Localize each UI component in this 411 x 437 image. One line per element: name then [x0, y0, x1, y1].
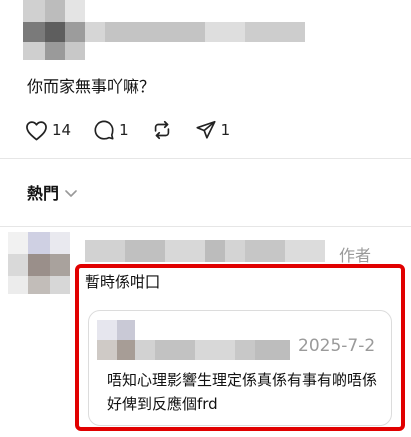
like-count: 14	[52, 121, 72, 139]
send-icon	[195, 119, 217, 141]
heart-icon	[25, 120, 48, 141]
highlight-box	[75, 264, 405, 431]
divider	[0, 158, 411, 159]
sort-dropdown[interactable]: 熱門	[27, 180, 77, 204]
sort-label: 熱門	[27, 184, 60, 203]
comment-button[interactable]: 1	[93, 119, 129, 141]
post-actions: 14 1 1	[25, 118, 252, 142]
divider	[0, 226, 411, 227]
comment-count: 1	[119, 121, 129, 139]
share-button[interactable]: 1	[195, 119, 231, 141]
post-text: 你而家無事吖嘛？	[27, 77, 156, 96]
comment-bubble-icon	[93, 119, 115, 141]
like-button[interactable]: 14	[25, 120, 71, 141]
share-count: 1	[220, 121, 231, 139]
repost-button[interactable]	[151, 119, 173, 141]
chevron-down-icon	[65, 183, 77, 202]
author-badge: 作者	[339, 246, 372, 265]
repost-icon	[151, 119, 173, 141]
